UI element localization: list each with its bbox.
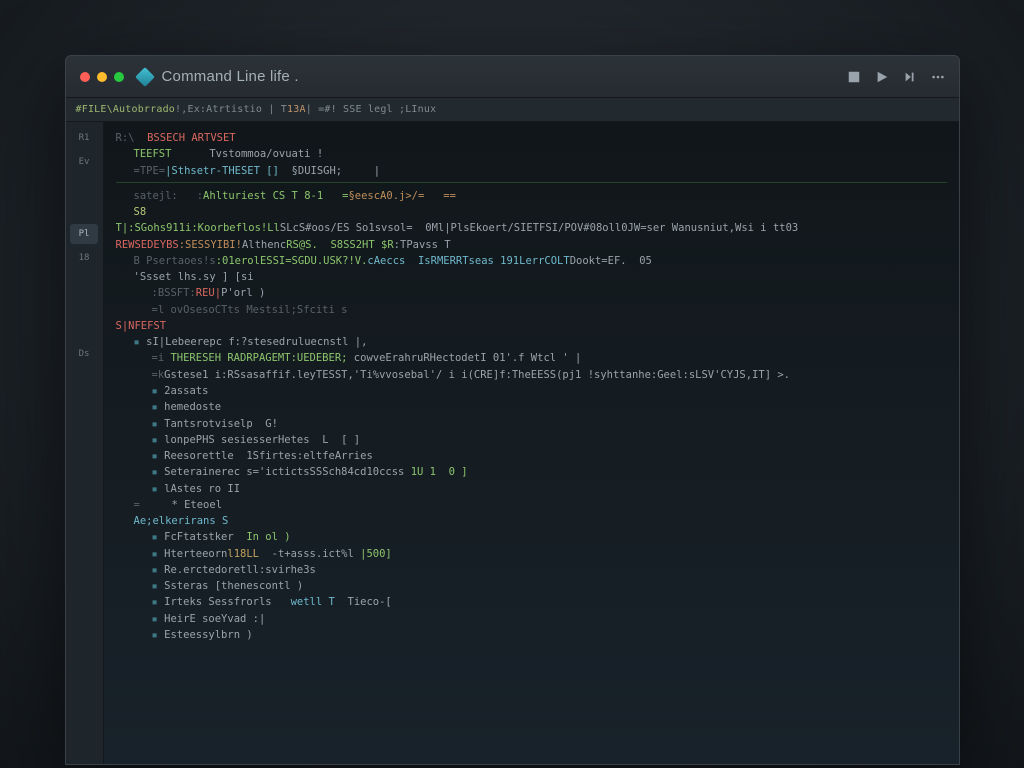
infobar-prefix: #FILE\Autobrrado: [76, 104, 176, 115]
terminal-line: Hterteeornl18LL -t+asss.ict%l |500]: [116, 546, 947, 562]
close-icon[interactable]: [80, 72, 90, 82]
terminal-line: Ae;elkerirans S: [116, 513, 947, 529]
terminal-line: hemedoste: [116, 399, 947, 415]
step-button[interactable]: [903, 70, 917, 84]
terminal-line: lAstes ro II: [116, 481, 947, 497]
terminal-line: Seterainerec s='ictictsSSSch84cd10ccss 1…: [116, 464, 947, 480]
terminal-line: satejl: :Ahlturiest CS T 8-1 =§eescA0.j>…: [116, 188, 947, 204]
gutter-item[interactable]: [70, 200, 98, 220]
titlebar: Command Line life .: [66, 56, 959, 98]
terminal-line: sI|Lebeerepc f:?stesedruluecnstl |,: [116, 334, 947, 350]
terminal-line: 'Ssset lhs.sy ] [si: [116, 269, 947, 285]
stop-button[interactable]: [847, 70, 861, 84]
gutter: R1 Ev Pl 18 Ds: [66, 122, 104, 764]
terminal-line: = * Eteoel: [116, 497, 947, 513]
terminal-line: Tantsrotviselp G!: [116, 416, 947, 432]
terminal-line: T|:SGohs911i:Koorbeflos!LlSLcS#oos/ES So…: [116, 220, 947, 236]
gutter-item[interactable]: Ds: [70, 344, 98, 364]
maximize-icon[interactable]: [114, 72, 124, 82]
infobar: #FILE\Autobrrado !,Ex:Atrtistio | T 13A …: [66, 98, 959, 122]
terminal-line: R:\ BSSECH ARTVSET: [116, 130, 947, 146]
terminal-line: 2assats: [116, 383, 947, 399]
terminal-line: S8: [116, 204, 947, 220]
terminal-line: :BSSFT:REU|P'orl ): [116, 285, 947, 301]
terminal-line: [116, 182, 947, 183]
gutter-item[interactable]: R1: [70, 128, 98, 148]
infobar-num: 13A: [287, 104, 306, 115]
terminal-line: Irteks Sessfrorls wetll T Tieco-[: [116, 594, 947, 610]
play-button[interactable]: [875, 70, 889, 84]
terminal-line: lonpePHS sesiesserHetes L [ ]: [116, 432, 947, 448]
gutter-item[interactable]: 18: [70, 248, 98, 268]
terminal-line: =kGstese1 i:RSsasaffif.leyTESST,'Ti%vvos…: [116, 367, 947, 383]
terminal-line: =l ovOsesoCTts Mestsil;Sfciti s: [116, 302, 947, 318]
more-button[interactable]: [931, 70, 945, 84]
terminal-line: Ssteras [thenescontl ): [116, 578, 947, 594]
workarea: R1 Ev Pl 18 Ds R:\ BSSECH ARTVSETTEEFST Tvst…: [66, 122, 959, 764]
terminal-line: Reesorettle 1Sfirtes:eltfeArries: [116, 448, 947, 464]
terminal-line: Esteessylbrn ): [116, 627, 947, 643]
gutter-item[interactable]: [70, 176, 98, 196]
terminal-line: TEEFST Tvstommoa/ovuati !: [116, 146, 947, 162]
terminal-line: B Psertaoes!s:01erolESSI=SGDU.USK?!V.cAe…: [116, 253, 947, 269]
infobar-mid: !,Ex:Atrtistio | T: [175, 104, 287, 115]
minimize-icon[interactable]: [97, 72, 107, 82]
terminal-line: Re.erctedoretll:svirhe3s: [116, 562, 947, 578]
app-icon: [135, 67, 155, 87]
terminal-line: FcFtatstker In ol ): [116, 529, 947, 545]
terminal-line: REWSEDEYBS:SESSYIBI!AlthencRS@S. S8SS2HT…: [116, 237, 947, 253]
terminal-window: Command Line life . #FILE\Autobrrado !,E…: [65, 55, 960, 765]
terminal-line: =i THERESEH RADRPAGEMT:UEDEBER; cowveEra…: [116, 350, 947, 366]
gutter-item[interactable]: Pl: [70, 224, 98, 244]
terminal-line: HeirE soeYvad :|: [116, 611, 947, 627]
window-controls: [80, 72, 124, 82]
gutter-item[interactable]: [70, 296, 98, 316]
infobar-tail: | =#! SSE legl ;LInux: [306, 104, 437, 115]
window-title: Command Line life .: [162, 68, 299, 85]
gutter-item[interactable]: [70, 272, 98, 292]
gutter-item[interactable]: [70, 320, 98, 340]
gutter-item[interactable]: Ev: [70, 152, 98, 172]
terminal-line: =TPE=|Sthsetr-THESET [] §DUISGH; |: [116, 163, 947, 179]
terminal-line: S|NFEFST: [116, 318, 947, 334]
titlebar-actions: [847, 70, 945, 84]
terminal-output[interactable]: R:\ BSSECH ARTVSETTEEFST Tvstommoa/ovuat…: [104, 122, 959, 764]
